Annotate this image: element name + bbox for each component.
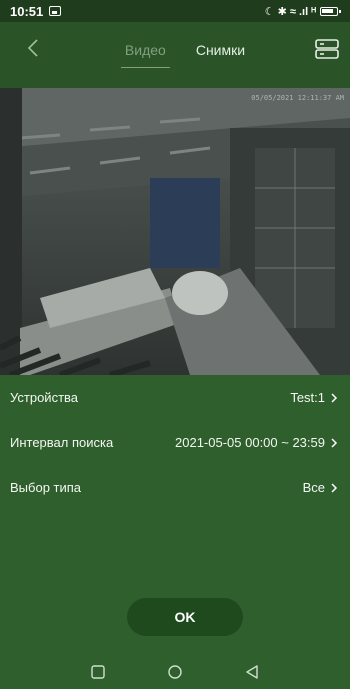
camera-frame-image — [0, 88, 350, 375]
status-icons: ☾ ✱ ≈ .ıl ᴴ — [264, 5, 316, 18]
battery-icon — [320, 6, 341, 16]
status-time: 10:51 — [10, 3, 44, 19]
video-preview[interactable]: 05/05/2021 12:11:37 AM — [0, 88, 350, 375]
tab-video[interactable]: Видео — [120, 38, 170, 68]
header: Видео Снимки — [0, 22, 350, 78]
tab-snapshots[interactable]: Снимки — [196, 38, 245, 62]
chevron-right-icon — [331, 437, 338, 448]
settings-list: Устройства Test:1 Интервал поиска 2021-0… — [0, 375, 350, 510]
settings-row-search-interval[interactable]: Интервал поиска 2021-05-05 00:00 ~ 23:59 — [0, 420, 350, 465]
system-nav-bar — [0, 655, 350, 689]
square-icon[interactable] — [90, 664, 106, 680]
circle-icon[interactable] — [167, 664, 183, 680]
triangle-back-icon[interactable] — [244, 664, 260, 680]
row-value: Test:1 — [290, 390, 325, 405]
row-label: Интервал поиска — [10, 435, 114, 450]
image-notification-icon — [49, 6, 62, 16]
row-value: 2021-05-05 00:00 ~ 23:59 — [175, 435, 325, 450]
row-label: Выбор типа — [10, 480, 82, 495]
storage-icon[interactable] — [314, 36, 340, 62]
settings-row-devices[interactable]: Устройства Test:1 — [0, 375, 350, 420]
ok-button[interactable]: OK — [127, 598, 243, 636]
video-timestamp: 05/05/2021 12:11:37 AM — [251, 94, 344, 102]
row-label: Устройства — [10, 390, 79, 405]
chevron-right-icon — [331, 482, 338, 493]
tab-bar: Видео Снимки — [0, 22, 350, 78]
chevron-right-icon — [331, 392, 338, 403]
settings-row-type-select[interactable]: Выбор типа Все — [0, 465, 350, 510]
row-value: Все — [302, 480, 325, 495]
status-bar: 10:51 ☾ ✱ ≈ .ıl ᴴ — [0, 0, 350, 22]
header-band — [0, 78, 350, 88]
